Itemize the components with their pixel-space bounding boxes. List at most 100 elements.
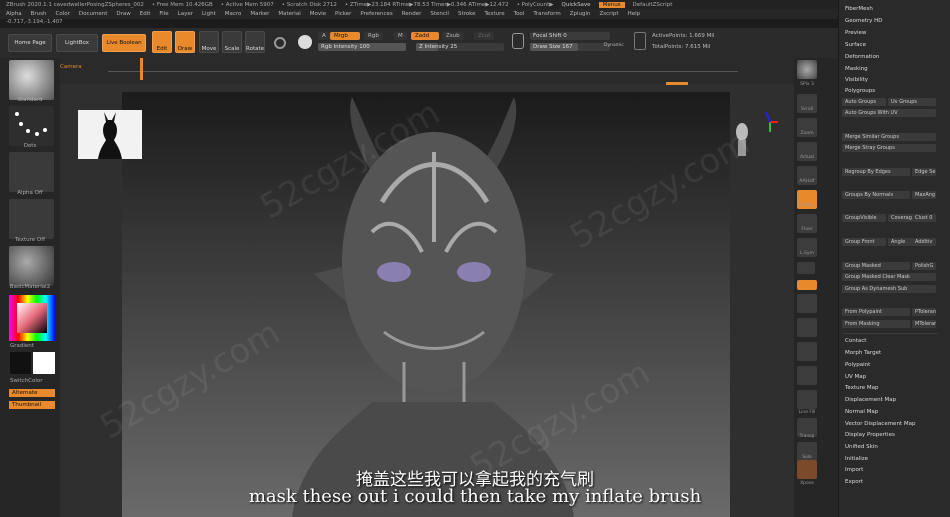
menu-alpha[interactable]: Alpha [6, 11, 22, 17]
palette-normal-map[interactable]: Normal Map [845, 409, 878, 415]
auto-groups-button[interactable]: Auto Groups [842, 98, 886, 106]
texture-thumb[interactable] [9, 199, 54, 239]
zsub-toggle[interactable]: Zsub [442, 32, 464, 40]
menu-picker[interactable]: Picker [335, 11, 351, 17]
switchcolor-button[interactable]: SwitchColor [0, 378, 60, 384]
standard-brush-thumb[interactable] [9, 60, 54, 100]
menu-stencil[interactable]: Stencil [430, 11, 449, 17]
menu-zscript[interactable]: Zscript [599, 11, 618, 17]
zcut-toggle[interactable]: Zcut [474, 32, 495, 40]
palette-initialize[interactable]: Initialize [845, 456, 868, 462]
m-toggle[interactable]: M [394, 32, 407, 40]
merge-stray-button[interactable]: Merge Stray Groups [842, 144, 936, 152]
menus-button[interactable]: Menus [598, 1, 625, 8]
menu-document[interactable]: Document [79, 11, 108, 17]
palette-visibility[interactable]: Visibility [845, 77, 868, 83]
alternate-button[interactable]: Alternate [9, 389, 55, 397]
menu-macro[interactable]: Macro [225, 11, 242, 17]
menu-draw[interactable]: Draw [116, 11, 130, 17]
from-masking-button[interactable]: From Masking [842, 320, 910, 328]
bpr-render-icon[interactable] [797, 60, 817, 79]
auto-groups-uv-button[interactable]: Auto Groups With UV [842, 109, 936, 117]
palette-morph-target[interactable]: Morph Target [845, 350, 881, 356]
menu-stroke[interactable]: Stroke [458, 11, 476, 17]
draw-button[interactable]: Draw [175, 31, 195, 53]
menu-tool[interactable]: Tool [514, 11, 525, 17]
palette-fibermesh[interactable]: FiberMesh [845, 6, 873, 12]
menu-texture[interactable]: Texture [485, 11, 505, 17]
lock-icon[interactable] [797, 262, 815, 274]
color-picker[interactable] [9, 295, 55, 341]
menu-light[interactable]: Light [202, 11, 216, 17]
a-toggle[interactable]: A [318, 32, 330, 40]
lightbox-button[interactable]: LightBox [56, 34, 98, 52]
viewport-canvas[interactable] [122, 92, 730, 517]
menu-zplugin[interactable]: Zplugin [570, 11, 591, 17]
menu-file[interactable]: File [159, 11, 168, 17]
palette-displacement-map[interactable]: Displacement Map [845, 397, 896, 403]
regroup-edges-button[interactable]: Regroup By Edges [842, 168, 910, 176]
ptoler-slider[interactable]: PToleran [912, 308, 936, 316]
home-page-button[interactable]: Home Page [8, 34, 52, 52]
clust-slider[interactable]: Clust 0 [912, 214, 936, 222]
rotate-view-icon[interactable] [797, 366, 817, 385]
menu-marker[interactable]: Marker [250, 11, 269, 17]
groups-by-normals-button[interactable]: Groups By Normals [842, 191, 910, 199]
xpose-icon[interactable] [797, 460, 817, 479]
mtoler-slider[interactable]: MToleran [912, 320, 936, 328]
palette-export[interactable]: Export [845, 479, 863, 485]
palette-geometry-hd[interactable]: Geometry HD [845, 18, 883, 24]
frame-icon[interactable] [797, 294, 817, 313]
additive-toggle[interactable]: Additiv [912, 238, 936, 246]
palette-vector-displacement[interactable]: Vector Displacement Map [845, 421, 915, 427]
menu-preferences[interactable]: Preferences [360, 11, 392, 17]
live-boolean-button[interactable]: Live Boolean [102, 34, 146, 52]
primary-color-swatch[interactable] [10, 352, 31, 374]
palette-surface[interactable]: Surface [845, 42, 866, 48]
palette-texture-map[interactable]: Texture Map [845, 385, 879, 391]
draw-size-slider[interactable]: Draw Size 167 [530, 43, 610, 51]
uv-groups-button[interactable]: Uv Groups [888, 98, 936, 106]
group-visible-button[interactable]: GroupVisible [842, 214, 886, 222]
menu-material[interactable]: Material [278, 11, 300, 17]
zadd-toggle[interactable]: Zadd [411, 32, 439, 40]
menu-layer[interactable]: Layer [178, 11, 193, 17]
scale-button[interactable]: Scale [222, 31, 242, 53]
thumbnail-button[interactable]: Thumbnail [9, 401, 55, 409]
rotate-button[interactable]: Rotate [245, 31, 265, 53]
z-intensity-slider[interactable]: Z Intensity 25 [416, 43, 504, 51]
merge-similar-button[interactable]: Merge Similar Groups [842, 133, 936, 141]
palette-deformation[interactable]: Deformation [845, 54, 879, 60]
alpha-thumb[interactable] [9, 152, 54, 192]
menu-transform[interactable]: Transform [533, 11, 560, 17]
coverage-slider[interactable]: Coverag [888, 214, 912, 222]
palette-masking[interactable]: Masking [845, 66, 868, 72]
timeline[interactable]: Camera [60, 58, 794, 85]
mrgb-toggle[interactable]: Mrgb [330, 32, 360, 40]
palette-display-properties[interactable]: Display Properties [845, 432, 895, 438]
axis-gizmo-icon[interactable] [764, 108, 780, 134]
group-as-dynamesh-button[interactable]: Group As Dynamesh Sub [842, 285, 936, 293]
menu-render[interactable]: Render [402, 11, 422, 17]
palette-polygroups[interactable]: Polygroups [845, 88, 875, 94]
scale-view-icon[interactable] [797, 342, 817, 361]
menu-movie[interactable]: Movie [310, 11, 326, 17]
xyz-toggle-icon[interactable] [797, 280, 817, 290]
palette-preview[interactable]: Preview [845, 30, 866, 36]
dynamic-toggle[interactable]: Dynamic [604, 43, 624, 48]
palette-contact[interactable]: Contact [845, 338, 866, 344]
material-thumb[interactable] [9, 246, 54, 286]
quicksave-button[interactable]: QuickSave [562, 2, 591, 8]
maxangle-slider[interactable]: MaxAng [912, 191, 936, 199]
edge-se-slider[interactable]: Edge Se [912, 168, 936, 176]
edit-button[interactable]: Edit [152, 31, 172, 53]
secondary-color-swatch[interactable] [33, 352, 55, 374]
menu-brush[interactable]: Brush [31, 11, 47, 17]
palette-import[interactable]: Import [845, 467, 863, 473]
move-view-icon[interactable] [797, 318, 817, 337]
palette-uv-map[interactable]: UV Map [845, 374, 866, 380]
material-sphere-icon[interactable] [298, 35, 312, 49]
dots-stroke-thumb[interactable] [9, 106, 54, 146]
palette-polypaint[interactable]: Polypaint [845, 362, 870, 368]
poly-frame-icon[interactable] [274, 37, 286, 49]
